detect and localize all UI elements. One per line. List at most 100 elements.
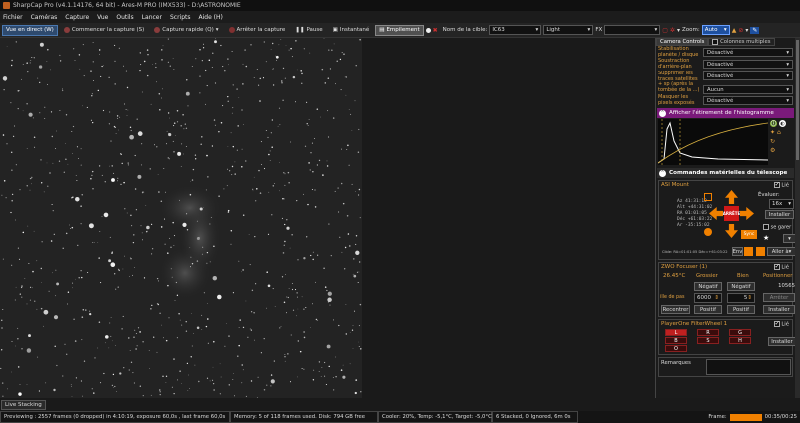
menu-vue[interactable]: Vue — [97, 14, 108, 21]
chevron-down-icon: ▾ — [786, 61, 789, 68]
menu-fichier[interactable]: Fichier — [3, 14, 23, 21]
hot-pixels-select[interactable]: Désactivé ▾ — [703, 96, 793, 105]
chevron-down-icon[interactable]: ▾ — [677, 27, 680, 34]
filter-l-button[interactable]: L — [665, 329, 687, 336]
star — [206, 154, 208, 157]
star — [297, 376, 298, 378]
fine-step-input[interactable]: 5 ⇕ — [727, 293, 755, 303]
cross-icon[interactable]: ✖ — [433, 27, 438, 34]
chevron-down-icon[interactable]: ▾ — [216, 27, 219, 33]
park-checkbox[interactable] — [763, 224, 769, 230]
start-capture-button[interactable]: Commencer la capture (S) — [60, 25, 148, 36]
arrow-up-icon[interactable] — [725, 190, 738, 204]
coarse-negative-button[interactable]: Négatif — [694, 282, 722, 291]
star — [224, 69, 226, 72]
filter-s-button[interactable]: S — [697, 337, 719, 344]
tab-multi-columns[interactable]: Colonnes multiples — [708, 38, 775, 46]
pause-button[interactable]: ❚❚ Pause — [291, 25, 326, 36]
mount-env-button[interactable]: Env — [732, 247, 743, 256]
stacking-button[interactable]: ▤ Empilement — [375, 24, 424, 36]
chevron-down-icon[interactable]: ▾ — [745, 27, 748, 34]
filter-g-button[interactable]: G — [729, 329, 751, 336]
coarse-step-input[interactable]: 6000 ⇕ — [694, 293, 722, 303]
stop-capture-button[interactable]: Arrêter la capture — [225, 25, 290, 36]
mount-options-button[interactable]: ▾ — [783, 234, 795, 243]
panel-scrollbar[interactable] — [795, 38, 800, 398]
sync-button[interactable]: Sync — [741, 230, 757, 239]
fine-negative-button[interactable]: Négatif — [727, 282, 755, 291]
arrow-down-icon[interactable] — [725, 224, 738, 238]
notes-input[interactable] — [706, 359, 791, 375]
star-icon[interactable]: ✲ — [670, 27, 675, 34]
quick-capture-button[interactable]: Capture rapide (Q) ▾ — [150, 25, 222, 36]
scrollbar-thumb[interactable] — [796, 40, 799, 160]
menu-cameras[interactable]: Caméras — [31, 14, 58, 21]
histogram-display[interactable] — [657, 119, 769, 165]
tools-icon[interactable]: ▲ — [732, 27, 737, 34]
satellite-trails-select[interactable]: Désactivé ▾ — [703, 71, 793, 80]
target-icon[interactable] — [704, 228, 712, 236]
goto-button[interactable]: Aller à ▾ — [767, 247, 795, 256]
planet-stabilization-select[interactable]: Désactivé ▾ — [703, 48, 793, 57]
star — [275, 59, 277, 61]
frame-icon[interactable] — [704, 193, 712, 201]
stop-button[interactable]: ARRÊTE — [723, 206, 740, 221]
multi-columns-checkbox[interactable] — [712, 39, 719, 45]
focuser-stop-button[interactable]: Arrêter — [763, 293, 795, 302]
filterwheel-install-button[interactable]: Installer — [768, 337, 795, 346]
dusk-select[interactable]: Aucun ▾ — [703, 85, 793, 94]
star — [52, 162, 54, 164]
fx-select[interactable]: ▾ — [604, 25, 661, 35]
live-view-button[interactable]: Vue en direct (W) — [2, 24, 58, 36]
menu-lancer[interactable]: Lancer — [142, 14, 162, 21]
live-stacking-tab[interactable]: Live Stacking — [1, 400, 46, 410]
refresh-icon[interactable]: ↻ — [770, 138, 786, 145]
filter-h-button[interactable]: H — [729, 337, 751, 344]
filter-r-button[interactable]: R — [697, 329, 719, 336]
info-icon[interactable]: ⓘ — [770, 120, 777, 127]
fine-positive-button[interactable]: Positif — [727, 305, 755, 314]
star — [173, 122, 176, 124]
arrow-right-icon[interactable] — [740, 207, 754, 220]
reticle-icon[interactable] — [425, 27, 431, 33]
menu-scripts[interactable]: Scripts — [170, 14, 191, 21]
histogram-header[interactable]: ⌃ Afficher l'étirement de l'histogramme — [657, 108, 794, 118]
frame-type-select[interactable]: Light ▾ — [543, 25, 594, 35]
collapse-icon[interactable]: ⌃ — [659, 109, 666, 117]
arrow-down-icon[interactable] — [756, 247, 765, 256]
focuser-install-button[interactable]: Installer — [763, 305, 795, 314]
background-subtraction-select[interactable]: Désactivé ▾ — [703, 60, 793, 69]
arrow-left-icon[interactable] — [709, 207, 723, 220]
star — [303, 336, 306, 339]
auto-stretch-icon[interactable]: ✦ — [770, 129, 775, 136]
filterwheel-connected-checkbox[interactable] — [773, 320, 780, 327]
coarse-positive-button[interactable]: Positif — [694, 305, 722, 314]
camera-image[interactable] — [0, 38, 362, 398]
settings-icon[interactable]: ✎ — [750, 26, 760, 34]
mount-connected-checkbox[interactable] — [773, 181, 780, 188]
zoom-select[interactable]: Auto ▾ — [701, 25, 730, 35]
speed-select[interactable]: 16x ▾ — [769, 199, 794, 209]
star — [260, 352, 262, 354]
collapse-icon[interactable]: ⌃ — [659, 169, 666, 177]
arrow-right-icon[interactable] — [744, 247, 753, 256]
contrast-icon[interactable]: ◐ — [779, 120, 786, 127]
filter-b-button[interactable]: B — [665, 337, 687, 344]
tab-camera-controls[interactable]: Camera Controls — [656, 38, 709, 46]
reset-icon[interactable]: ⌂ — [777, 129, 781, 136]
menu-aide[interactable]: Aide (H) — [199, 14, 223, 21]
star — [11, 199, 13, 202]
focuser-connected-checkbox[interactable] — [773, 263, 780, 270]
gear-icon[interactable]: ⚙ — [770, 147, 786, 154]
snapshot-button[interactable]: ▣ Instantané — [329, 25, 374, 36]
record-square-icon[interactable]: ▢ — [662, 27, 668, 34]
menu-outils[interactable]: Outils — [116, 14, 133, 21]
telescope-header[interactable]: ⌃ Commandes matérielles du télescope — [657, 168, 794, 178]
filter-o-button[interactable]: O — [665, 345, 687, 352]
target-name-input[interactable]: IC63 ▾ — [489, 25, 542, 35]
recenter-button[interactable]: Recentrer — [661, 305, 690, 314]
star-icon[interactable]: ★ — [763, 234, 769, 242]
mount-install-button[interactable]: Installer — [765, 210, 794, 219]
menu-capture[interactable]: Capture — [65, 14, 89, 21]
magnifier-icon[interactable]: ⊘ — [738, 27, 743, 34]
